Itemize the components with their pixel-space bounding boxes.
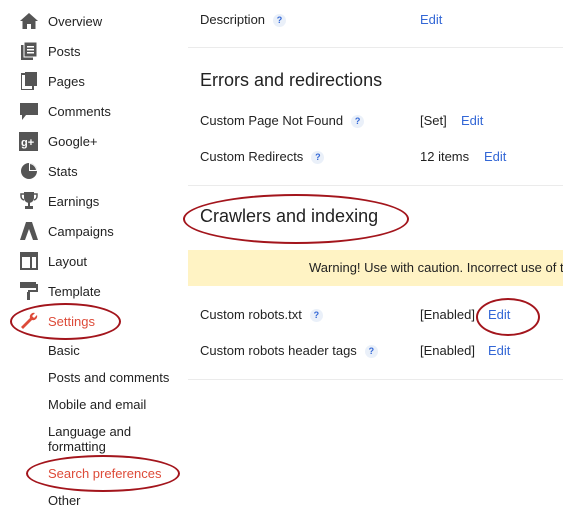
posts-icon — [19, 42, 38, 61]
description-edit-link[interactable]: Edit — [420, 12, 442, 27]
help-icon[interactable]: ? — [273, 14, 287, 27]
sidebar-item-label: Pages — [48, 73, 85, 89]
custom-redirects-row: Custom Redirects? — [200, 149, 325, 164]
sidebar-item-campaigns[interactable]: Campaigns — [0, 216, 188, 246]
sidebar-subitem-mobile-and-email[interactable]: Mobile and email — [48, 397, 146, 412]
custom-robots-txt-row: Custom robots.txt? — [200, 307, 323, 322]
sidebar-item-google-plus[interactable]: g+ Google+ — [0, 126, 188, 156]
pages-icon — [19, 72, 38, 91]
trophy-icon — [19, 192, 38, 211]
sidebar: Overview Posts Pages Comments g+ Google+… — [0, 0, 188, 513]
sidebar-item-label: Earnings — [48, 193, 100, 209]
divider — [188, 185, 563, 186]
sidebar-item-label: Stats — [48, 163, 78, 179]
sidebar-item-earnings[interactable]: Earnings — [0, 186, 188, 216]
sidebar-item-layout[interactable]: Layout — [0, 246, 188, 276]
sidebar-subitem-posts-and-comments[interactable]: Posts and comments — [48, 370, 169, 385]
warning-text: Warning! Use with caution. Incorrect use… — [309, 260, 563, 275]
sidebar-item-label: Comments — [48, 103, 111, 119]
home-icon — [19, 12, 38, 31]
sidebar-item-label: Posts — [48, 43, 81, 59]
sidebar-item-comments[interactable]: Comments — [0, 96, 188, 126]
custom-robots-txt-value: [Enabled] — [420, 307, 475, 322]
help-icon[interactable]: ? — [351, 115, 365, 128]
custom-redirects-value: 12 items — [420, 149, 470, 164]
description-label: Description — [200, 12, 266, 27]
divider — [188, 47, 563, 48]
search-preferences-highlight-oval — [26, 455, 180, 492]
custom-page-not-found-label: Custom Page Not Found — [200, 113, 344, 128]
custom-page-not-found-edit-link[interactable]: Edit — [461, 113, 483, 128]
custom-robots-header-tags-value: [Enabled] — [420, 343, 475, 358]
robots-txt-edit-highlight-oval — [476, 298, 540, 336]
custom-robots-txt-label: Custom robots.txt — [200, 307, 302, 322]
sidebar-item-template[interactable]: Template — [0, 276, 188, 306]
crawlers-title-highlight-oval — [183, 194, 409, 244]
sidebar-item-label: Layout — [48, 253, 88, 269]
custom-robots-header-tags-row: Custom robots header tags? — [200, 343, 378, 358]
settings-main: Description? Edit Errors and redirection… — [188, 0, 563, 513]
svg-text:g+: g+ — [21, 137, 34, 149]
divider — [188, 379, 563, 380]
settings-highlight-oval — [10, 303, 121, 340]
sidebar-item-label: Campaigns — [48, 223, 114, 239]
sidebar-item-pages[interactable]: Pages — [0, 66, 188, 96]
campaigns-icon — [19, 222, 38, 241]
custom-robots-header-tags-label: Custom robots header tags — [200, 343, 357, 358]
sidebar-item-label: Google+ — [48, 133, 98, 149]
custom-redirects-edit-link[interactable]: Edit — [484, 149, 506, 164]
custom-robots-header-tags-edit-link[interactable]: Edit — [488, 343, 510, 358]
sidebar-subitem-other[interactable]: Other — [48, 493, 81, 508]
errors-section-title: Errors and redirections — [200, 70, 383, 90]
comments-icon — [19, 102, 38, 121]
sidebar-subitem-language-and-formatting[interactable]: Language and formatting — [48, 424, 148, 454]
template-icon — [19, 282, 38, 301]
custom-page-not-found-value: [Set] — [420, 113, 447, 128]
help-icon[interactable]: ? — [364, 345, 378, 358]
warning-banner: Warning! Use with caution. Incorrect use… — [188, 250, 563, 286]
google-plus-icon: g+ — [19, 131, 38, 151]
sidebar-item-stats[interactable]: Stats — [0, 156, 188, 186]
sidebar-item-overview[interactable]: Overview — [0, 6, 188, 36]
help-icon[interactable]: ? — [311, 151, 325, 164]
stats-icon — [19, 162, 38, 181]
layout-icon — [19, 252, 38, 271]
sidebar-item-label: Overview — [48, 13, 103, 29]
custom-redirects-label: Custom Redirects — [200, 149, 304, 164]
sidebar-item-posts[interactable]: Posts — [0, 36, 188, 66]
sidebar-item-label: Template — [48, 283, 101, 299]
help-icon[interactable]: ? — [309, 309, 323, 322]
custom-page-not-found-row: Custom Page Not Found? — [200, 113, 365, 128]
description-row: Description? — [200, 12, 287, 27]
sidebar-subitem-basic[interactable]: Basic — [48, 343, 80, 358]
